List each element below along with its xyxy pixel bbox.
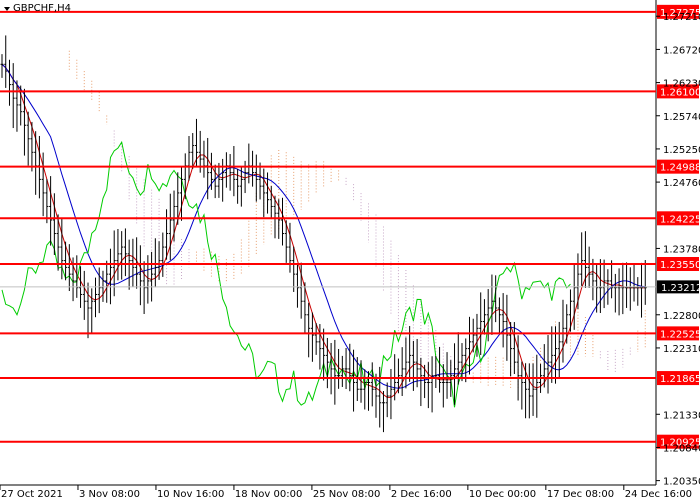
chart-svg: 1.272751.261001.249881.242251.235501.225… — [0, 0, 700, 500]
y-tick-label: 1.22800 — [663, 311, 700, 322]
level-label: 1.23550 — [660, 260, 700, 271]
y-tick-label: 1.26720 — [663, 45, 700, 56]
y-tick-label: 1.27210 — [663, 12, 700, 23]
y-tick-label: 1.26230 — [663, 79, 700, 90]
y-axis: 1.27210 1.26720 1.26230 1.25740 1.25250 1.247… — [656, 12, 700, 488]
x-tick-label: 18 Nov 00:00 — [235, 489, 302, 500]
chart-title: GBPCHF,H4 — [13, 3, 71, 14]
level-label: 1.24988 — [660, 163, 700, 174]
current-price-label: 1.23212 — [661, 283, 700, 294]
y-tick-label: 1.20350 — [663, 477, 700, 488]
x-tick-label: 27 Oct 2021 — [1, 489, 63, 500]
x-tick-label: 24 Dec 16:00 — [625, 489, 692, 500]
y-tick-label: 1.20840 — [663, 443, 700, 454]
y-tick-label: 1.21330 — [663, 410, 700, 421]
chart: 1.27275 1.26100 1.24988 1.24225 1.23550 1.225… — [0, 0, 700, 500]
x-tick-label: 10 Nov 16:00 — [157, 489, 224, 500]
level-label: 1.24225 — [660, 214, 700, 225]
y-tick-label: 1.25250 — [663, 145, 700, 156]
y-tick-label: 1.24760 — [663, 178, 700, 189]
x-tick-label: 17 Dec 08:00 — [547, 489, 614, 500]
level-label: 1.21865 — [660, 374, 700, 385]
x-tick-label: 10 Dec 00:00 — [469, 489, 536, 500]
level-label: 1.22525 — [660, 329, 700, 340]
y-tick-label: 1.23780 — [663, 244, 700, 255]
x-tick-label: 25 Nov 08:00 — [313, 489, 380, 500]
chart-background — [0, 0, 700, 500]
x-tick-label: 2 Dec 16:00 — [391, 489, 452, 500]
y-tick-label: 1.25740 — [663, 112, 700, 123]
x-tick-label: 3 Nov 08:00 — [79, 489, 140, 500]
y-tick-label: 1.22310 — [663, 344, 700, 355]
